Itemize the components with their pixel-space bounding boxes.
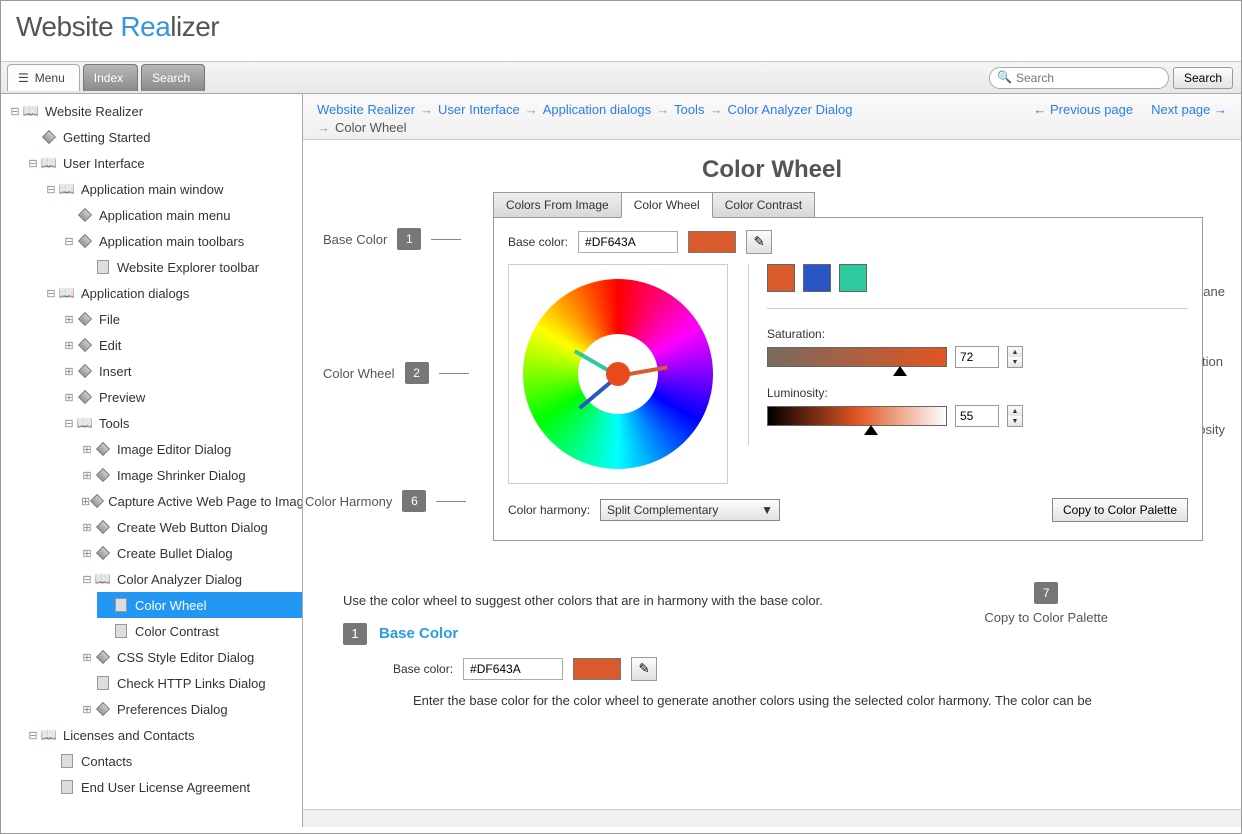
- tab-index[interactable]: Index: [83, 64, 138, 91]
- tree-color-wheel[interactable]: Color Wheel: [97, 592, 302, 618]
- crumb-tools[interactable]: Tools: [674, 102, 704, 117]
- prev-page-link[interactable]: ← Previous page: [1033, 102, 1133, 117]
- palette-swatch-2[interactable]: [803, 264, 831, 292]
- tree-color-contrast[interactable]: Color Contrast: [97, 618, 302, 644]
- tree-preview[interactable]: ⊞Preview: [61, 384, 302, 410]
- tree-contacts[interactable]: Contacts: [43, 748, 302, 774]
- luminosity-slider[interactable]: [767, 406, 947, 426]
- saturation-value[interactable]: [955, 346, 999, 368]
- tree-color-analyzer[interactable]: ⊟📖Color Analyzer Dialog: [79, 566, 302, 592]
- luminosity-value[interactable]: [955, 405, 999, 427]
- tab-menu[interactable]: ☰Menu: [7, 64, 80, 91]
- desc-body: Enter the base color for the color wheel…: [413, 691, 1173, 711]
- crumb-dialogs[interactable]: Application dialogs: [543, 102, 651, 117]
- tree-app-main-window[interactable]: ⊟📖Application main window: [43, 176, 302, 202]
- next-page-link[interactable]: Next page →: [1151, 102, 1227, 117]
- saturation-label: Saturation:: [767, 327, 1188, 341]
- palette-swatch-3[interactable]: [839, 264, 867, 292]
- eyedropper-button[interactable]: ✎: [746, 230, 772, 254]
- chevron-up-icon[interactable]: ▲: [1008, 347, 1022, 357]
- desc-eyedropper[interactable]: ✎: [631, 657, 657, 681]
- crumb-current: Color Wheel: [335, 120, 407, 135]
- crumb-ui[interactable]: User Interface: [438, 102, 520, 117]
- breadcrumb: Website Realizer→ User Interface→ Applic…: [303, 94, 1241, 140]
- desc-base-input[interactable]: [463, 658, 563, 680]
- tree-tools[interactable]: ⊟📖Tools: [61, 410, 302, 436]
- tree-licenses[interactable]: ⊟📖Licenses and Contacts: [25, 722, 302, 748]
- app-logo: Website Realizer: [16, 11, 1226, 43]
- color-wheel-widget[interactable]: [508, 264, 728, 484]
- callout-copy: Copy to Color Palette: [984, 610, 1108, 625]
- tree-image-shrinker[interactable]: ⊞Image Shrinker Dialog: [79, 462, 302, 488]
- tree-app-toolbars[interactable]: ⊟Application main toolbars: [61, 228, 302, 254]
- desc-base-label: Base color:: [393, 660, 453, 678]
- eyedropper-icon: ✎: [753, 234, 764, 250]
- eyedropper-icon: ✎: [638, 661, 649, 677]
- tree-root[interactable]: ⊟📖Website Realizer: [7, 98, 302, 124]
- palette-swatch-1[interactable]: [767, 264, 795, 292]
- desc-base-swatch[interactable]: [573, 658, 621, 680]
- tree-app-dialogs[interactable]: ⊟📖Application dialogs: [43, 280, 302, 306]
- nav-tree: ⊟📖Website Realizer Getting Started ⊟📖Use…: [1, 94, 302, 820]
- copy-to-palette-button[interactable]: Copy to Color Palette: [1052, 498, 1188, 522]
- top-bar: ☰Menu Index Search 🔍 Search: [1, 61, 1241, 93]
- tree-insert[interactable]: ⊞Insert: [61, 358, 302, 384]
- tree-edit[interactable]: ⊞Edit: [61, 332, 302, 358]
- sidebar[interactable]: ⊟📖Website Realizer Getting Started ⊟📖Use…: [1, 94, 303, 827]
- content-scroll[interactable]: Color Wheel 1Base Color 2Color Wheel 6Co…: [303, 140, 1241, 809]
- base-color-input[interactable]: [578, 231, 678, 253]
- tree-image-editor[interactable]: ⊞Image Editor Dialog: [79, 436, 302, 462]
- saturation-spinner[interactable]: ▲▼: [1007, 346, 1023, 368]
- tree-getting-started[interactable]: Getting Started: [25, 124, 302, 150]
- chevron-up-icon[interactable]: ▲: [1008, 406, 1022, 416]
- chevron-down-icon: ▼: [761, 503, 773, 517]
- callout-harmony: Color Harmony: [305, 494, 392, 509]
- chevron-down-icon[interactable]: ▼: [1008, 416, 1022, 426]
- horizontal-scrollbar[interactable]: [303, 809, 1241, 827]
- saturation-slider[interactable]: [767, 347, 947, 367]
- callout-base-color: Base Color: [323, 232, 387, 247]
- tree-eula[interactable]: End User License Agreement: [43, 774, 302, 800]
- tree-preferences[interactable]: ⊞Preferences Dialog: [79, 696, 302, 722]
- crumb-analyzer[interactable]: Color Analyzer Dialog: [727, 102, 852, 117]
- tree-user-interface[interactable]: ⊟📖User Interface: [25, 150, 302, 176]
- tree-app-main-menu[interactable]: Application main menu: [61, 202, 302, 228]
- dlg-tab-color-contrast[interactable]: Color Contrast: [712, 192, 815, 218]
- tab-search[interactable]: Search: [141, 64, 205, 91]
- section-title: Base Color: [379, 623, 458, 646]
- tree-explorer-toolbar[interactable]: Website Explorer toolbar: [79, 254, 302, 280]
- search-icon: 🔍: [997, 70, 1012, 84]
- chevron-down-icon[interactable]: ▼: [1008, 357, 1022, 367]
- tree-check-http[interactable]: Check HTTP Links Dialog: [79, 670, 302, 696]
- harmony-label: Color harmony:: [508, 503, 590, 517]
- tree-css-style[interactable]: ⊞CSS Style Editor Dialog: [79, 644, 302, 670]
- crumb-root[interactable]: Website Realizer: [317, 102, 415, 117]
- dlg-tab-color-wheel[interactable]: Color Wheel: [621, 192, 713, 218]
- callout-color-wheel: Color Wheel: [323, 366, 395, 381]
- harmony-palette: [767, 264, 1188, 309]
- base-color-label: Base color:: [508, 235, 568, 249]
- tree-bullet[interactable]: ⊞Create Bullet Dialog: [79, 540, 302, 566]
- harmony-select[interactable]: Split Complementary▼: [600, 499, 780, 521]
- page-title: Color Wheel: [333, 156, 1211, 184]
- luminosity-label: Luminosity:: [767, 386, 1188, 400]
- tree-capture[interactable]: ⊞Capture Active Web Page to Image Dialog: [79, 488, 302, 514]
- search-input[interactable]: [989, 67, 1169, 89]
- base-color-swatch[interactable]: [688, 231, 736, 253]
- tree-file[interactable]: ⊞File: [61, 306, 302, 332]
- tree-web-button[interactable]: ⊞Create Web Button Dialog: [79, 514, 302, 540]
- dlg-tab-colors-from-image[interactable]: Colors From Image: [493, 192, 622, 218]
- search-button[interactable]: Search: [1173, 67, 1233, 89]
- luminosity-spinner[interactable]: ▲▼: [1007, 405, 1023, 427]
